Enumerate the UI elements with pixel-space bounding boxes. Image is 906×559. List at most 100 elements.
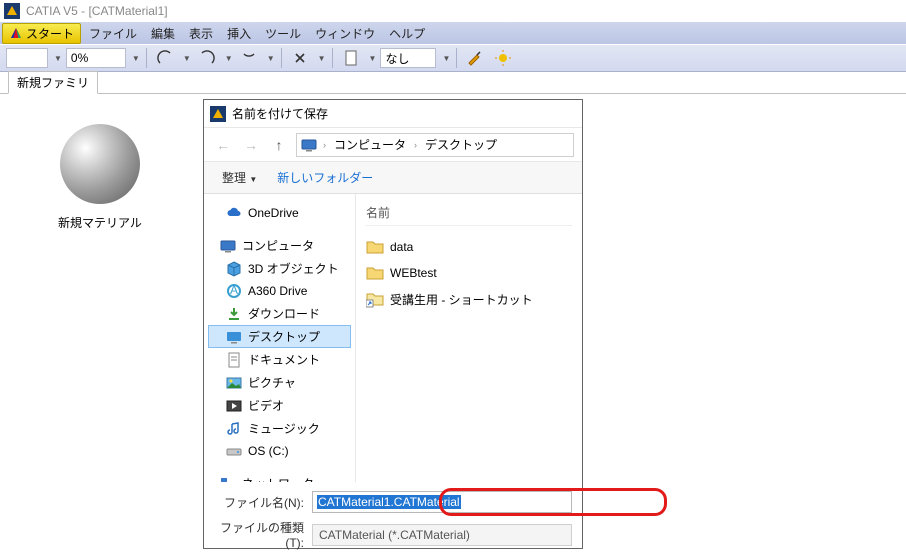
chevron-down-icon[interactable]: ▼ [369,54,377,63]
workspace: 新規マテリアル 名前を付けて保存 ← → ↑ › コンピュータ › デスクトップ [0,94,906,555]
monitor-icon [220,238,236,254]
sun-icon[interactable] [491,47,515,69]
list-item[interactable]: WEBtest [366,260,572,286]
cloud-icon [226,205,242,221]
forward-button[interactable]: → [240,134,262,156]
cube-icon [226,261,242,277]
menu-file[interactable]: ファイル [83,23,143,44]
tab-strip: 新規ファミリ [0,72,906,94]
dialog-title: 名前を付けて保存 [232,105,328,122]
crumb-desktop[interactable]: デスクトップ [423,136,499,153]
menu-insert[interactable]: 挿入 [221,23,257,44]
file-list: 名前 data WEBtest 受講生用 - ショートカット [356,194,582,482]
filetype-label: ファイルの種類(T): [214,519,304,550]
new-folder-button[interactable]: 新しいフォルダー [269,166,381,189]
tree-pictures[interactable]: ピクチャ [208,371,351,394]
network-icon [220,476,236,483]
a360-icon: A [226,283,242,299]
fill-none-label: なし [385,50,409,67]
filename-input[interactable]: CATMaterial1.CATMaterial [312,491,572,513]
cross-icon[interactable] [288,47,312,69]
dialog-nav: ← → ↑ › コンピュータ › デスクトップ [204,128,582,162]
menu-edit[interactable]: 編集 [145,23,181,44]
svg-text:A: A [230,283,238,297]
dialog-title-bar: 名前を付けて保存 [204,100,582,128]
window-title: CATIA V5 - [CATMaterial1] [26,4,168,18]
dialog-body: OneDrive コンピュータ 3D オブジェクト A A360 Drive [204,194,582,482]
tree-onedrive[interactable]: OneDrive [208,202,351,224]
tree-documents[interactable]: ドキュメント [208,348,351,371]
crumb-computer[interactable]: コンピュータ [332,136,408,153]
music-icon [226,421,242,437]
up-button[interactable]: ↑ [268,134,290,156]
menu-help[interactable]: ヘルプ [383,23,431,44]
filename-row: ファイル名(N): CATMaterial1.CATMaterial [214,488,572,516]
menu-window[interactable]: ウィンドウ [309,23,381,44]
folder-icon [366,264,384,282]
picture-icon [226,375,242,391]
start-icon [9,26,23,40]
filename-label: ファイル名(N): [214,494,304,511]
save-as-dialog: 名前を付けて保存 ← → ↑ › コンピュータ › デスクトップ 整理 ▼ 新し… [203,99,583,549]
folder-tree: OneDrive コンピュータ 3D オブジェクト A A360 Drive [204,194,356,482]
chevron-down-icon[interactable]: ▼ [267,54,275,63]
monitor-icon [301,137,317,153]
chevron-down-icon[interactable]: ▼ [225,54,233,63]
arc-bottom-icon[interactable] [237,47,261,69]
page-icon[interactable] [339,47,363,69]
tree-3d-objects[interactable]: 3D オブジェクト [208,257,351,280]
chevron-down-icon[interactable]: ▼ [442,54,450,63]
list-item[interactable]: 受講生用 - ショートカット [366,286,572,312]
chevron-down-icon[interactable]: ▼ [183,54,191,63]
menu-view[interactable]: 表示 [183,23,219,44]
filename-value: CATMaterial1.CATMaterial [317,495,461,509]
column-header-name[interactable]: 名前 [366,200,572,226]
filetype-dropdown[interactable]: CATMaterial (*.CATMaterial) [312,524,572,546]
chevron-down-icon[interactable]: ▼ [132,54,140,63]
tree-downloads[interactable]: ダウンロード [208,302,351,325]
tree-videos[interactable]: ビデオ [208,394,351,417]
percent-field[interactable]: 0% [66,48,126,68]
title-bar: CATIA V5 - [CATMaterial1] [0,0,906,22]
material-preview[interactable]: 新規マテリアル [40,124,160,231]
video-icon [226,398,242,414]
shortcut-icon [366,290,384,308]
arc-right-icon[interactable] [195,47,219,69]
menu-tools[interactable]: ツール [259,23,307,44]
arc-left-icon[interactable] [153,47,177,69]
tree-computer[interactable]: コンピュータ [208,234,351,257]
menu-bar: スタート ファイル 編集 表示 挿入 ツール ウィンドウ ヘルプ [0,22,906,44]
color-swatch[interactable] [6,48,48,68]
desktop-icon [226,329,242,345]
dialog-fields: ファイル名(N): CATMaterial1.CATMaterial ファイルの… [204,482,582,559]
list-item[interactable]: data [366,234,572,260]
tree-music[interactable]: ミュージック [208,417,351,440]
drive-icon [226,443,242,459]
download-icon [226,306,242,322]
folder-icon [366,238,384,256]
filetype-row: ファイルの種類(T): CATMaterial (*.CATMaterial) [214,516,572,553]
sphere-icon [60,124,140,204]
app-icon [4,3,20,19]
chevron-down-icon[interactable]: ▼ [318,54,326,63]
toolbar: ▼ 0% ▼ ▼ ▼ ▼ ▼ ▼ なし ▼ [0,44,906,72]
filetype-value: CATMaterial (*.CATMaterial) [319,528,470,542]
brush-icon[interactable] [463,47,487,69]
material-label: 新規マテリアル [40,214,160,231]
chevron-down-icon[interactable]: ▼ [54,54,62,63]
back-button[interactable]: ← [212,134,234,156]
breadcrumb[interactable]: › コンピュータ › デスクトップ [296,133,574,157]
organize-button[interactable]: 整理 ▼ [214,166,265,189]
tree-desktop[interactable]: デスクトップ [208,325,351,348]
tab-new-family[interactable]: 新規ファミリ [8,71,98,94]
app-icon [210,106,226,122]
tree-network[interactable]: ネットワーク [208,472,351,482]
tree-os-drive[interactable]: OS (C:) [208,440,351,462]
fill-none-field[interactable]: なし [380,48,436,68]
tree-a360[interactable]: A A360 Drive [208,280,351,302]
chevron-right-icon: › [412,140,419,150]
start-button[interactable]: スタート [2,23,81,44]
start-label: スタート [26,25,74,42]
chevron-right-icon: › [321,140,328,150]
document-icon [226,352,242,368]
